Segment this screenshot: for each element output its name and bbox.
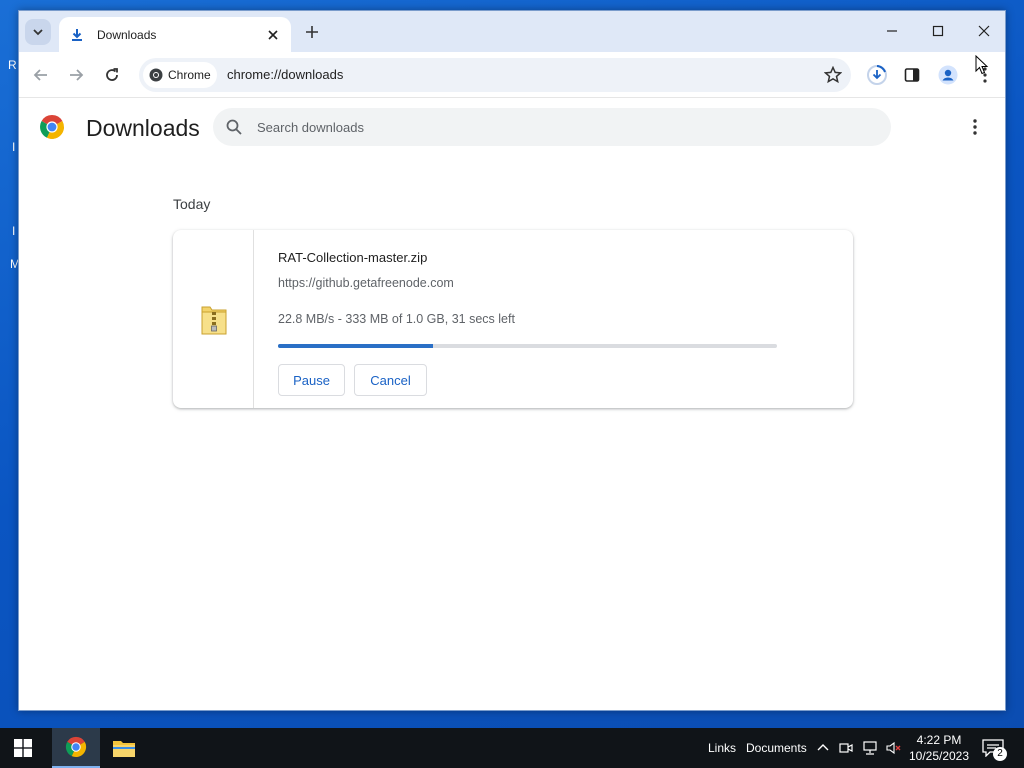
forward-button[interactable] bbox=[64, 63, 88, 87]
reload-icon bbox=[106, 68, 118, 81]
tray-overflow-button[interactable] bbox=[815, 740, 831, 756]
star-icon bbox=[824, 66, 842, 84]
chrome-icon bbox=[65, 736, 87, 758]
clock-date: 10/25/2023 bbox=[908, 749, 970, 763]
back-button[interactable] bbox=[29, 63, 53, 87]
windows-start-icon[interactable] bbox=[14, 739, 32, 757]
taskbar: Links Documents 4:22 PM 10/25/2023 2 bbox=[0, 728, 1024, 768]
volume-muted-icon bbox=[886, 741, 901, 755]
download-source-url[interactable]: https://github.getafreenode.com bbox=[278, 276, 454, 290]
browser-window: Downloads Chrome chrome://downloads Down… bbox=[18, 10, 1006, 711]
tab-search-button[interactable] bbox=[25, 19, 51, 45]
clock-time: 4:22 PM bbox=[916, 733, 962, 747]
download-progress-icon bbox=[867, 65, 887, 85]
desktop-icon-label: R bbox=[8, 58, 17, 72]
downloads-toolbar-button[interactable] bbox=[865, 63, 889, 87]
camera-icon bbox=[839, 743, 853, 753]
download-status-text: 22.8 MB/s - 333 MB of 1.0 GB, 31 secs le… bbox=[278, 312, 515, 326]
desktop-icon-label: I bbox=[12, 224, 16, 238]
close-icon bbox=[978, 25, 990, 37]
network-icon bbox=[863, 741, 877, 755]
documents-toolbar[interactable]: Documents bbox=[746, 741, 807, 755]
page-title: Downloads bbox=[86, 115, 200, 141]
mouse-cursor-icon bbox=[975, 55, 989, 75]
chevron-up-icon bbox=[817, 744, 829, 751]
date-section-label: Today bbox=[173, 196, 211, 212]
taskbar-chrome-button[interactable] bbox=[52, 728, 100, 768]
site-info-chip[interactable]: Chrome bbox=[143, 62, 217, 88]
chevron-down-icon bbox=[33, 29, 43, 36]
address-bar[interactable]: Chrome chrome://downloads bbox=[139, 58, 851, 92]
cancel-button[interactable]: Cancel bbox=[354, 364, 427, 396]
side-panel-button[interactable] bbox=[900, 63, 924, 87]
arrow-right-icon bbox=[70, 69, 84, 81]
pause-button[interactable]: Pause bbox=[278, 364, 345, 396]
chrome-icon bbox=[149, 68, 163, 82]
page-menu-button[interactable] bbox=[965, 116, 985, 138]
search-input[interactable] bbox=[257, 116, 857, 138]
window-close-button[interactable] bbox=[972, 21, 996, 41]
links-toolbar[interactable]: Links bbox=[708, 741, 736, 755]
download-progress-fill bbox=[278, 344, 433, 348]
browser-toolbar: Chrome chrome://downloads bbox=[19, 52, 1005, 98]
tab-title: Downloads bbox=[97, 27, 157, 42]
desktop-icon-label: I bbox=[12, 140, 16, 154]
download-file-name[interactable]: RAT-Collection-master.zip bbox=[278, 250, 427, 265]
tab-downloads[interactable]: Downloads bbox=[59, 17, 291, 52]
plus-icon bbox=[306, 26, 318, 38]
new-tab-button[interactable] bbox=[301, 21, 323, 43]
chrome-logo-icon bbox=[39, 114, 65, 140]
profile-avatar-icon bbox=[938, 65, 958, 85]
tray-meet-button[interactable] bbox=[838, 740, 854, 756]
tab-close-button[interactable] bbox=[263, 25, 283, 45]
search-icon bbox=[226, 119, 242, 135]
maximize-icon bbox=[932, 25, 944, 37]
tray-network-button[interactable] bbox=[862, 740, 878, 756]
chip-label: Chrome bbox=[168, 68, 211, 82]
folder-icon bbox=[113, 741, 135, 757]
tab-strip: Downloads bbox=[19, 11, 1005, 52]
download-item-card: RAT-Collection-master.zip https://github… bbox=[173, 230, 853, 408]
side-panel-icon bbox=[904, 68, 920, 82]
zip-folder-icon bbox=[201, 306, 227, 335]
file-icon-column bbox=[173, 230, 254, 408]
close-icon bbox=[268, 29, 278, 40]
download-icon bbox=[69, 27, 85, 43]
search-downloads-box[interactable] bbox=[213, 108, 891, 146]
minimize-icon bbox=[887, 30, 897, 32]
profile-button[interactable] bbox=[936, 63, 960, 87]
taskbar-clock[interactable]: 4:22 PM 10/25/2023 bbox=[908, 732, 970, 764]
reload-button[interactable] bbox=[100, 63, 124, 87]
notification-count-badge: 2 bbox=[993, 747, 1007, 761]
arrow-left-icon bbox=[33, 69, 47, 81]
url-text[interactable]: chrome://downloads bbox=[227, 67, 343, 82]
taskbar-file-explorer-button[interactable] bbox=[100, 728, 148, 768]
download-progress-bar bbox=[278, 344, 777, 348]
tray-volume-button[interactable] bbox=[886, 740, 902, 756]
minimize-button[interactable] bbox=[880, 21, 904, 41]
downloads-page: Downloads Today RAT-Collection-master.zi… bbox=[19, 98, 1005, 710]
bookmark-button[interactable] bbox=[823, 65, 843, 85]
maximize-button[interactable] bbox=[926, 21, 950, 41]
kebab-menu-icon bbox=[973, 119, 977, 135]
